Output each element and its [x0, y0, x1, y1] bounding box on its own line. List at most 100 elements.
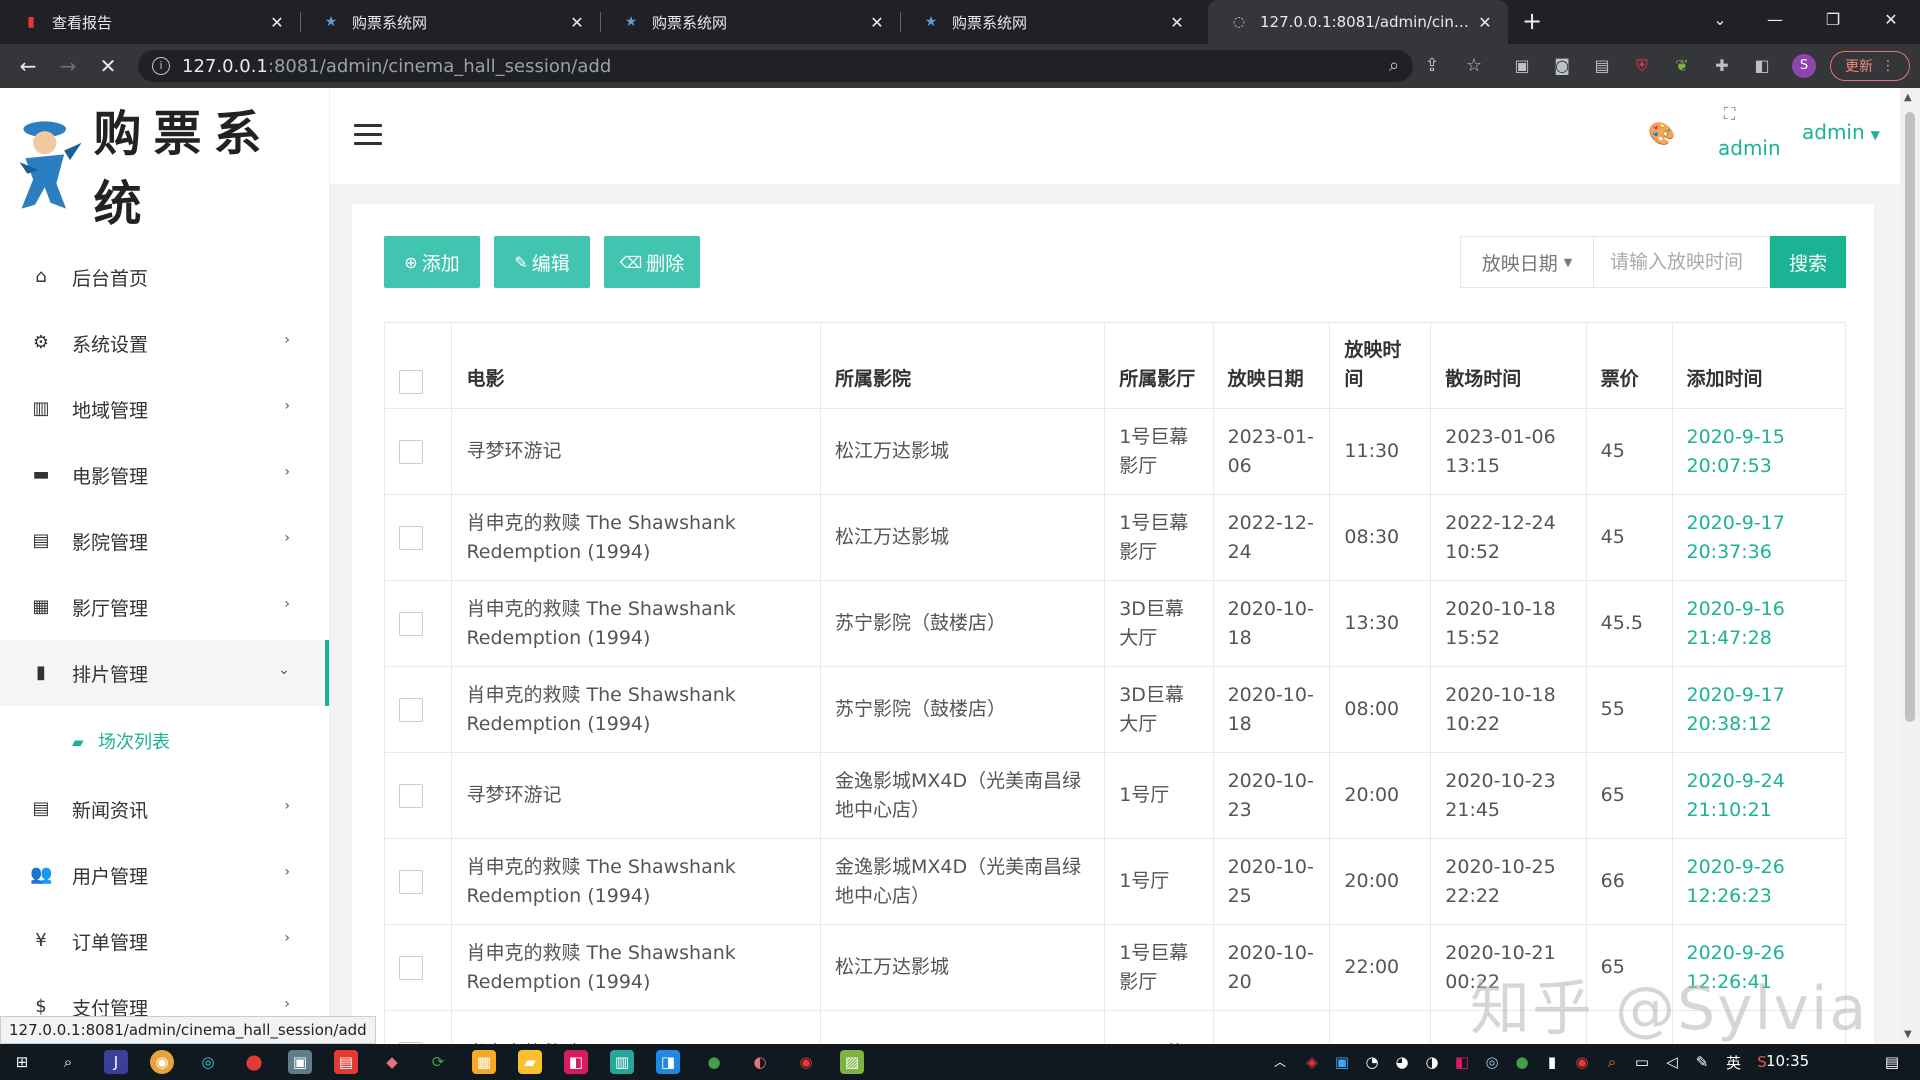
tray-app-icon[interactable]: ◕ [1390, 1050, 1414, 1074]
close-tab-icon[interactable]: ✕ [268, 13, 286, 32]
tray-app-icon[interactable]: ▣ [1330, 1050, 1354, 1074]
column-header[interactable]: 票价 [1585, 322, 1673, 409]
bookmark-star-icon[interactable]: ☆ [1462, 54, 1486, 78]
tray-wechat-icon[interactable]: ● [1510, 1050, 1534, 1074]
app-icon[interactable]: ▤ [334, 1050, 358, 1074]
column-header[interactable]: 所属影厅 [1104, 322, 1214, 409]
tab-search-icon[interactable]: ⌄ [1695, 0, 1745, 44]
browser-tab[interactable]: ★ 购票系统网 ✕ [300, 0, 600, 44]
app-icon[interactable]: ▣ [288, 1050, 312, 1074]
row-checkbox[interactable] [399, 611, 423, 636]
column-header[interactable]: 电影 [451, 322, 821, 409]
forward-icon[interactable]: → [54, 52, 82, 80]
tray-app-icon[interactable]: ◧ [1450, 1050, 1474, 1074]
extensions-puzzle-icon[interactable]: ✚ [1710, 54, 1734, 78]
user-dropdown[interactable]: admin ▼ [1802, 120, 1880, 144]
extension-translate-icon[interactable]: ▣ [1510, 54, 1534, 78]
browser-tab[interactable]: ▮ 查看报告 ✕ [0, 0, 300, 44]
app-icon[interactable]: ◆ [380, 1050, 404, 1074]
profile-avatar[interactable]: S [1792, 54, 1816, 78]
record-icon[interactable]: ◉ [794, 1050, 818, 1074]
column-header[interactable]: 所属影院 [819, 322, 1106, 409]
avatar[interactable]: ⛶ admin [1718, 104, 1780, 164]
row-checkbox[interactable] [399, 697, 423, 722]
sidebar-item-users[interactable]: 👥 用户管理 › [0, 842, 329, 908]
stop-icon[interactable]: ✕ [94, 52, 122, 80]
close-tab-icon[interactable]: ✕ [568, 13, 586, 32]
row-checkbox[interactable] [399, 783, 423, 808]
tray-app-icon[interactable]: ⌕ [1600, 1050, 1624, 1074]
column-header[interactable]: 放映时间 [1329, 322, 1432, 409]
row-checkbox[interactable] [399, 439, 423, 464]
column-header[interactable]: 添加时间 [1671, 322, 1846, 409]
table-row[interactable]: 寻梦环游记 金逸影城MX4D（光美南昌绿地中心店） 1号厅 2020-10-23… [383, 752, 1846, 839]
record-icon[interactable]: ⬤ [242, 1050, 266, 1074]
scrollbar-thumb[interactable] [1905, 112, 1915, 722]
close-window-icon[interactable]: ✕ [1866, 0, 1916, 44]
table-row[interactable]: 寻梦环游记 松江万达影城 1号巨幕影厅 2023-01-06 11:30 202… [383, 408, 1846, 495]
sidebar-item-movies[interactable]: ▬ 电影管理 › [0, 442, 329, 508]
sidebar-subitem-session-list[interactable]: ▰ 场次列表 [0, 706, 329, 776]
chrome-icon[interactable]: ◉ [150, 1050, 174, 1074]
search-icon[interactable]: ⌕ [56, 1050, 80, 1074]
search-input[interactable] [1594, 236, 1770, 288]
logo[interactable]: 购票系统 [6, 106, 326, 232]
input-language[interactable]: 英 [1726, 1052, 1741, 1073]
delete-button[interactable]: ⌫ 删除 [604, 236, 700, 288]
volume-icon[interactable]: ◁ [1660, 1050, 1684, 1074]
column-header[interactable]: 放映日期 [1212, 322, 1331, 409]
row-checkbox[interactable] [399, 869, 423, 894]
tray-expand-icon[interactable]: ︿ [1268, 1050, 1292, 1074]
folder-icon[interactable]: ▰ [518, 1050, 542, 1074]
browser-tab[interactable]: ★ 购票系统网 ✕ [900, 0, 1200, 44]
ide-icon[interactable]: J [104, 1050, 128, 1074]
edge-icon[interactable]: ◎ [196, 1050, 220, 1074]
back-icon[interactable]: ← [14, 52, 42, 80]
table-row[interactable]: 肖申克的救赎 The Shawshank Redemption (1994) 苏… [383, 580, 1846, 667]
table-row[interactable]: 肖申克的救赎 The Shawshank Redemption (1994) 苏… [383, 666, 1846, 753]
sidebar-item-dashboard[interactable]: ⌂ 后台首页 [0, 244, 329, 310]
menu-toggle-icon[interactable] [354, 124, 382, 146]
app-icon[interactable]: ◐ [748, 1050, 772, 1074]
sidebar-item-cinemas[interactable]: ▤ 影院管理 › [0, 508, 329, 574]
notifications-icon[interactable]: ▤ [1880, 1050, 1904, 1074]
info-icon[interactable]: i [152, 57, 170, 75]
palette-icon[interactable]: 🎨 [1648, 122, 1675, 148]
network-icon[interactable]: ▭ [1630, 1050, 1654, 1074]
more-menu-icon[interactable]: ⋮ [1881, 58, 1895, 74]
sync-icon[interactable]: ⟳ [426, 1050, 450, 1074]
sidebar-item-halls[interactable]: ▦ 影厅管理 › [0, 574, 329, 640]
extension-camera-icon[interactable]: ◙ [1550, 54, 1574, 78]
browser-tab-active[interactable]: ◌ 127.0.0.1:8081/admin/cinema_hall_sessi… [1208, 0, 1508, 44]
row-checkbox[interactable] [399, 525, 423, 550]
scroll-up-icon[interactable]: ▲ [1904, 92, 1912, 103]
app-icon[interactable]: ▦ [472, 1050, 496, 1074]
extension-leaf-icon[interactable]: ❦ [1670, 54, 1694, 78]
sidebar-item-regions[interactable]: ▥ 地域管理 › [0, 376, 329, 442]
extension-image-icon[interactable]: ▤ [1590, 54, 1614, 78]
table-row[interactable]: 肖申克的救赎 The Shawshank Redemption (1994) 松… [383, 924, 1846, 1011]
sidebar-item-system-settings[interactable]: ⚙ 系统设置 › [0, 310, 329, 376]
add-button[interactable]: ⊕ 添加 [384, 236, 480, 288]
windows-start-icon[interactable]: ⊞ [10, 1050, 34, 1074]
table-row[interactable]: 肖申克的救赎 The Shawshank Redemption (1994) 松… [383, 494, 1846, 581]
edit-button[interactable]: ✎ 编辑 [494, 236, 590, 288]
tray-mic-icon[interactable]: ▮ [1540, 1050, 1564, 1074]
close-tab-icon[interactable]: ✕ [868, 13, 886, 32]
column-header[interactable]: 散场时间 [1430, 322, 1587, 409]
sidebar-item-schedules[interactable]: ▮ 排片管理 ⌄ [0, 640, 329, 706]
app-icon[interactable]: ▥ [610, 1050, 634, 1074]
table-row[interactable]: 肖申克的救赎 The Shawshank Redemption (1994) 金… [383, 838, 1846, 925]
share-icon[interactable]: ⇪ [1420, 54, 1444, 78]
side-panel-icon[interactable]: ◧ [1750, 54, 1774, 78]
tray-app-icon[interactable]: ◑ [1420, 1050, 1444, 1074]
app-icon[interactable]: ◧ [564, 1050, 588, 1074]
tray-app-icon[interactable]: ◎ [1480, 1050, 1504, 1074]
tray-app-icon[interactable]: ◔ [1360, 1050, 1384, 1074]
tray-record-icon[interactable]: ◉ [1570, 1050, 1594, 1074]
filter-select[interactable]: 放映日期 ▼ [1460, 236, 1594, 288]
sidebar-item-orders[interactable]: ¥ 订单管理 › [0, 908, 329, 974]
sidebar-item-news[interactable]: ▤ 新闻资讯 › [0, 776, 329, 842]
app-icon[interactable]: ▨ [840, 1050, 864, 1074]
browser-tab[interactable]: ★ 购票系统网 ✕ [600, 0, 900, 44]
